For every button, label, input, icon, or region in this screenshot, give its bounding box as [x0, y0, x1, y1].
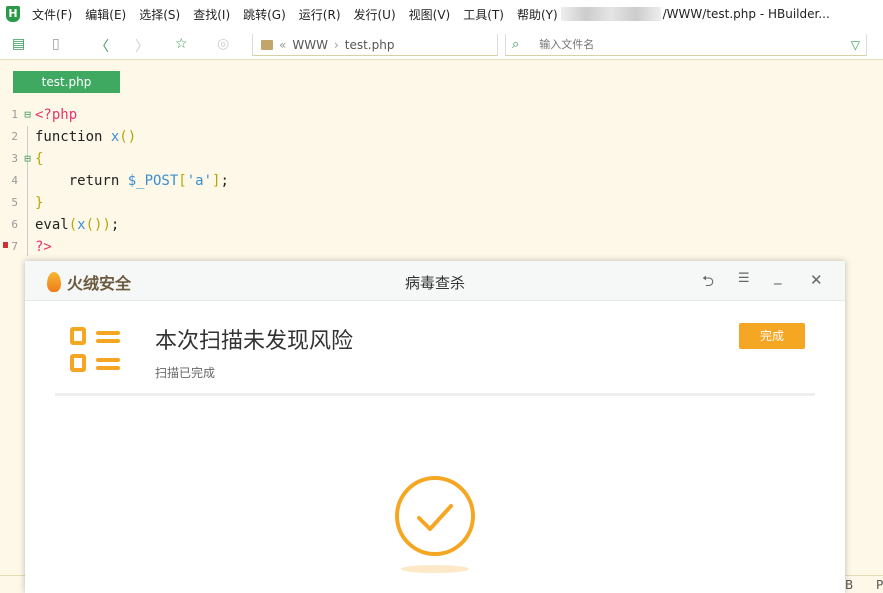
- breadcrumb: « WWW › test.php: [252, 34, 498, 56]
- scan-status: 扫描已完成: [155, 366, 216, 380]
- menu-file[interactable]: 文件(F): [32, 6, 72, 23]
- dialog-title: 病毒查杀: [404, 274, 465, 292]
- toolbar: ▤ ▯ 〈 〉 ☆ ◎ « WWW › test.php ⌕ ▽: [0, 28, 883, 60]
- fold-icon[interactable]: ⊟: [20, 104, 35, 126]
- breadcrumb-sep: «: [279, 37, 287, 52]
- line-number: 3: [11, 152, 18, 165]
- check-circle-icon: [395, 476, 475, 556]
- line-number: 6: [11, 218, 18, 231]
- chevron-right-icon: ›: [333, 37, 339, 52]
- filter-icon[interactable]: ▽: [851, 38, 860, 52]
- line-number: 1: [11, 108, 18, 121]
- file-search: ⌕ ▽: [505, 34, 867, 56]
- status-text: P: [876, 578, 883, 592]
- line-number: 4: [11, 174, 18, 187]
- breadcrumb-file[interactable]: test.php: [345, 38, 395, 52]
- back-icon[interactable]: 〈: [95, 36, 109, 56]
- menu-publish[interactable]: 发行(U): [354, 6, 396, 23]
- menu-bar: H 文件(F) 编辑(E) 选择(S) 查找(I) 跳转(G) 运行(R) 发行…: [0, 0, 883, 28]
- menu-select[interactable]: 选择(S): [139, 6, 180, 23]
- menu-find[interactable]: 查找(I): [193, 6, 230, 23]
- menu-help[interactable]: 帮助(Y): [517, 6, 558, 23]
- save-icon[interactable]: ▯: [52, 36, 60, 52]
- fold-icon[interactable]: ⊟: [20, 148, 35, 170]
- scan-list-icon: [70, 327, 122, 377]
- code-editor[interactable]: 1 ⊟ <?php 2 function x() 3 ⊟{ 4 return $_POS…: [0, 104, 229, 258]
- status-text: B: [845, 578, 854, 592]
- menu-tools[interactable]: 工具(T): [463, 6, 504, 23]
- line-number: 5: [11, 196, 18, 209]
- breadcrumb-www[interactable]: WWW: [292, 38, 328, 52]
- forward-icon[interactable]: 〉: [135, 36, 149, 56]
- file-search-input[interactable]: [539, 38, 820, 51]
- antivirus-dialog: 火绒安全 病毒查杀 ⮌ ☰ _ ✕ 本次扫描未发现风险 扫描已完成 完成: [25, 261, 845, 593]
- line-number: 7: [11, 240, 18, 253]
- tab-test-php[interactable]: test.php: [13, 71, 120, 93]
- line-number: 2: [11, 130, 18, 143]
- new-file-icon[interactable]: ▤: [12, 36, 25, 52]
- menu-icon[interactable]: ☰: [738, 271, 750, 286]
- menu-edit[interactable]: 编辑(E): [85, 6, 126, 23]
- menu-run[interactable]: 运行(R): [299, 6, 341, 23]
- minimize-icon[interactable]: _: [774, 267, 782, 285]
- folder-icon: [261, 39, 273, 50]
- menu-goto[interactable]: 跳转(G): [243, 6, 286, 23]
- menu-view[interactable]: 视图(V): [409, 6, 451, 23]
- check-shadow: [401, 565, 469, 573]
- run-icon[interactable]: ◎: [217, 36, 229, 52]
- scan-result-headline: 本次扫描未发现风险: [155, 329, 354, 354]
- divider: [55, 393, 815, 396]
- search-icon: ⌕: [512, 37, 520, 52]
- done-button[interactable]: 完成: [739, 323, 805, 349]
- window-title: /WWW/test.php - HBuilder...: [662, 7, 830, 21]
- back-icon[interactable]: ⮌: [702, 271, 714, 296]
- close-icon[interactable]: ✕: [810, 271, 823, 289]
- star-icon[interactable]: ☆: [175, 36, 188, 52]
- blurred-path: [560, 7, 661, 21]
- dialog-header: 火绒安全 病毒查杀 ⮌ ☰ _ ✕: [25, 261, 845, 301]
- hbuilder-logo: H: [6, 6, 20, 22]
